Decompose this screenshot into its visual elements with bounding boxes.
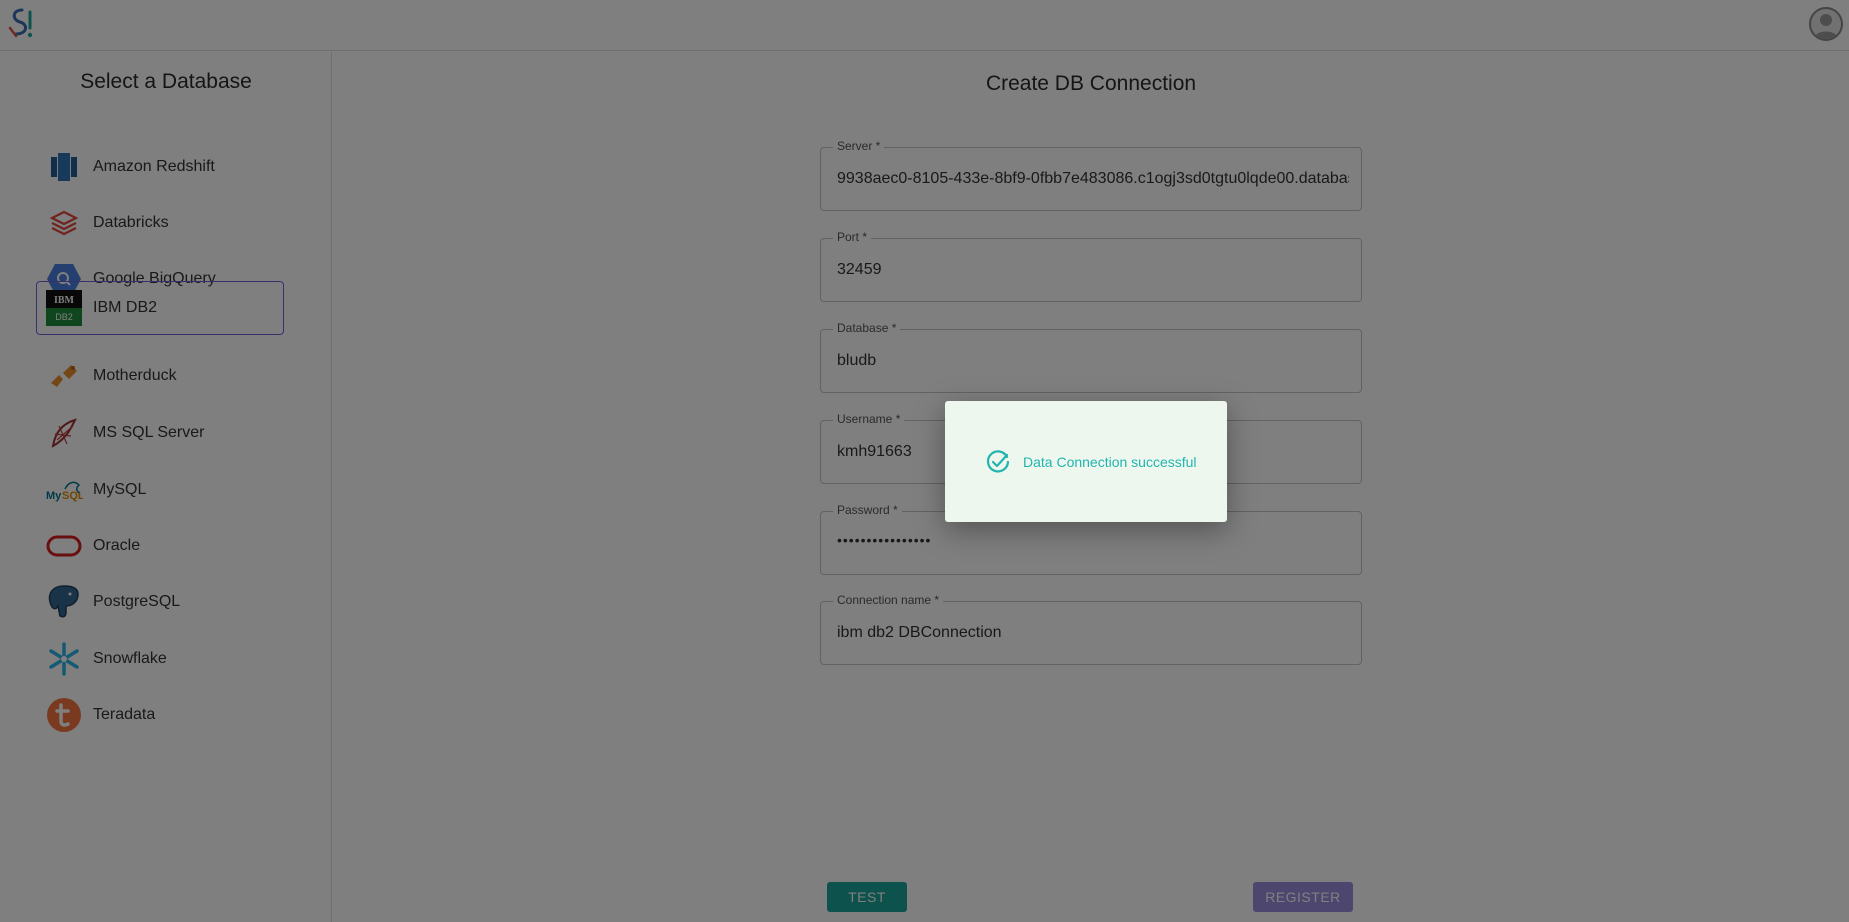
modal-overlay[interactable]: [0, 0, 1849, 922]
success-dialog: Data Connection successful: [945, 401, 1227, 522]
success-message: Data Connection successful: [1023, 453, 1197, 470]
check-circle-icon: [985, 449, 1011, 475]
